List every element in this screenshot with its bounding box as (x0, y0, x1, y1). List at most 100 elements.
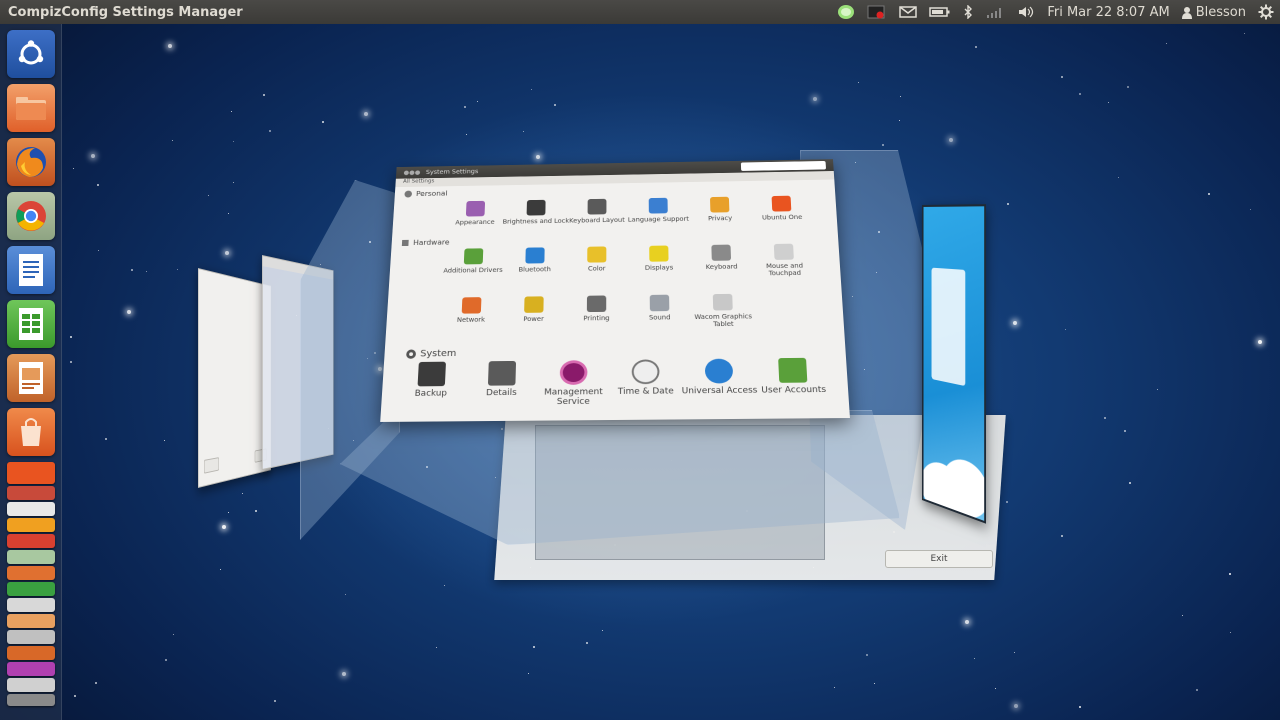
launcher-stacked-item[interactable] (7, 534, 55, 548)
star (225, 251, 229, 255)
settings-item-color[interactable]: Color (562, 246, 631, 273)
star (586, 642, 588, 644)
launcher-stacked-item[interactable] (7, 630, 55, 644)
indicator-area: Fri Mar 22 8:07 AM Blesson (837, 0, 1274, 24)
settings-item-label: Mouse and Touchpad (765, 262, 804, 278)
settings-item-brightness-and-lock[interactable]: Brightness and Lock (502, 199, 570, 225)
all-settings-button[interactable]: All Settings (403, 178, 435, 184)
settings-item-user-accounts[interactable]: User Accounts (752, 357, 834, 396)
launcher-files[interactable] (7, 84, 55, 132)
launcher-stacked-item[interactable] (7, 502, 55, 516)
launcher-stacked-item[interactable] (7, 614, 55, 628)
chat-indicator-icon[interactable] (837, 0, 855, 24)
window-controls[interactable]: ●●● (403, 169, 420, 176)
launcher-impress[interactable] (7, 354, 55, 402)
session-gear-icon[interactable] (1258, 0, 1274, 24)
settings-item-language-support[interactable]: Language Support (624, 197, 692, 223)
star (177, 269, 179, 271)
settings-item-label: Sound (648, 313, 671, 322)
launcher-stacked-item[interactable] (7, 486, 55, 500)
star (834, 687, 836, 689)
power-icon (524, 296, 544, 313)
settings-item-bluetooth[interactable]: Bluetooth (500, 247, 569, 274)
keyboard-layout-icon (587, 198, 607, 215)
launcher-stacked-item[interactable] (7, 694, 55, 706)
settings-item-displays[interactable]: Displays (624, 245, 693, 272)
star (74, 695, 76, 697)
launcher-stacked-item[interactable] (7, 566, 55, 580)
star (1014, 704, 1018, 708)
volume-icon[interactable] (1017, 0, 1035, 24)
star (477, 101, 479, 103)
launcher-stacked-item[interactable] (7, 678, 55, 692)
settings-item-management-service[interactable]: Management Service (534, 360, 613, 408)
settings-item-universal-access[interactable]: Universal Access (679, 358, 760, 396)
settings-item-printing[interactable]: Printing (562, 295, 632, 322)
settings-item-mouse-and-touchpad[interactable]: Mouse and Touchpad (749, 243, 820, 277)
settings-item-wacom-graphics-tablet[interactable]: Wacom Graphics Tablet (688, 293, 759, 329)
details-icon (487, 360, 517, 386)
settings-item-appearance[interactable]: Appearance (441, 200, 509, 226)
mail-icon[interactable] (899, 0, 918, 24)
top-panel: CompizConfig Settings Manager Fri Mar 22… (0, 0, 1280, 24)
settings-item-ubuntu-one[interactable]: Ubuntu One (747, 195, 817, 221)
exit-button[interactable]: Exit (885, 550, 993, 568)
settings-item-details[interactable]: Details (462, 360, 542, 399)
launcher-stacked-item[interactable] (7, 550, 55, 564)
section-personal: Personal (404, 190, 448, 198)
launcher-writer[interactable] (7, 246, 55, 294)
launcher-stacked-ubuntu-one[interactable] (7, 462, 55, 484)
star (1182, 615, 1184, 617)
settings-item-privacy[interactable]: Privacy (685, 196, 754, 222)
settings-item-backup[interactable]: Backup (391, 361, 471, 399)
star (98, 250, 100, 252)
ubuntu-logo-icon (18, 40, 44, 65)
recording-indicator-icon[interactable] (867, 0, 887, 24)
folder-icon (16, 97, 46, 120)
settings-item-keyboard[interactable]: Keyboard (686, 244, 756, 271)
brightness-and-lock-icon (526, 199, 546, 216)
management-service-icon (559, 360, 588, 385)
left-window-button[interactable] (203, 457, 220, 474)
launcher-chrome[interactable] (7, 192, 55, 240)
settings-item-additional-drivers[interactable]: Additional Drivers (439, 248, 508, 275)
star (168, 44, 172, 48)
settings-item-sound[interactable]: Sound (625, 294, 695, 321)
settings-item-label: User Accounts (761, 385, 827, 396)
launcher-stacked-item[interactable] (7, 598, 55, 612)
user-name: Blesson (1195, 4, 1246, 20)
settings-item-network[interactable]: Network (436, 297, 506, 324)
launcher-firefox[interactable] (7, 138, 55, 186)
launcher-stacked-item[interactable] (7, 582, 55, 596)
launcher-stacked-item[interactable] (7, 518, 55, 532)
settings-item-label: Privacy (707, 214, 733, 223)
settings-item-label: Displays (644, 264, 674, 272)
clock-indicator[interactable]: Fri Mar 22 8:07 AM (1047, 0, 1169, 24)
settings-search-input[interactable] (740, 160, 827, 171)
network-signal-icon[interactable] (985, 0, 1005, 24)
star (858, 82, 860, 84)
settings-item-keyboard-layout[interactable]: Keyboard Layout (563, 198, 631, 224)
settings-item-label: Wacom Graphics Tablet (694, 312, 753, 329)
settings-item-time-and-date[interactable]: Time & Date (606, 359, 686, 397)
section-system: System (405, 349, 457, 360)
launcher-software-center[interactable] (7, 408, 55, 456)
star (173, 634, 175, 636)
settings-item-label: Printing (583, 314, 610, 323)
launcher-stacked-item[interactable] (7, 646, 55, 660)
user-menu[interactable]: Blesson (1181, 0, 1246, 24)
launcher-stacked-item[interactable] (7, 662, 55, 676)
settings-item-power[interactable]: Power (499, 296, 569, 323)
star (1244, 33, 1246, 35)
star (965, 620, 969, 624)
star (73, 168, 75, 170)
battery-icon[interactable] (929, 0, 951, 24)
launcher-calc[interactable] (7, 300, 55, 348)
star (220, 569, 222, 571)
bluetooth-icon[interactable] (963, 0, 973, 24)
star (466, 134, 468, 136)
user-accounts-icon (778, 357, 808, 383)
star (995, 688, 997, 690)
star (97, 184, 99, 186)
launcher-dash-home[interactable] (7, 30, 55, 78)
